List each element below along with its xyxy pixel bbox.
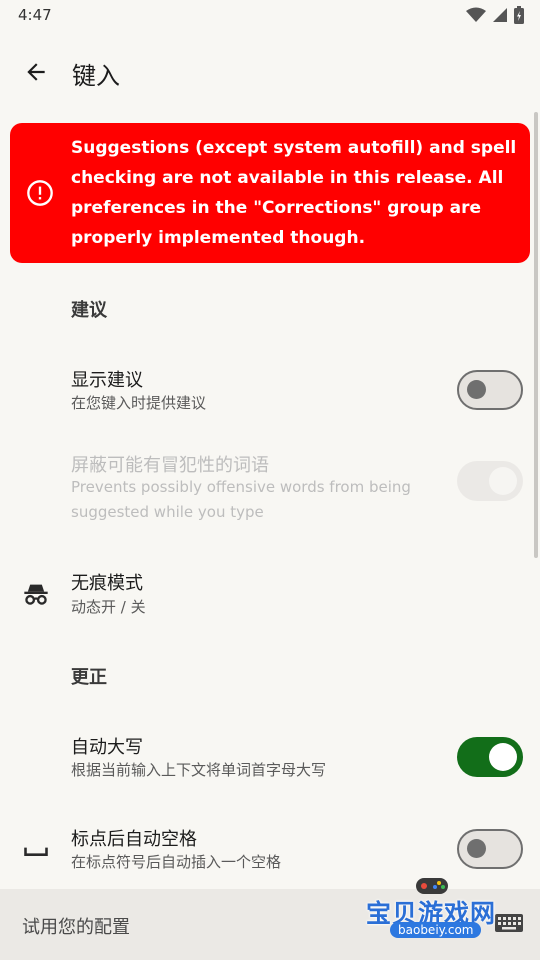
banner-message: Suggestions (except system autofill) and… (71, 138, 517, 248)
signal-icon (493, 8, 507, 22)
status-bar: 4:47 (0, 0, 540, 32)
app-bar: 键入 (0, 42, 540, 102)
section-header-suggestions: 建议 (71, 300, 107, 321)
setting-title: 屏蔽可能有冒犯性的词语 (71, 455, 269, 476)
arrow-back-icon (27, 63, 45, 81)
setting-incognito[interactable]: 无痕模式 动态开 / 关 (0, 560, 540, 632)
page-title: 键入 (72, 62, 120, 90)
keyboard-icon[interactable] (494, 911, 524, 935)
scrollbar[interactable] (534, 112, 538, 558)
setting-title: 标点后自动空格 (71, 829, 197, 850)
status-time: 4:47 (18, 6, 52, 24)
setting-subtitle: 在您键入时提供建议 (71, 394, 207, 412)
setting-subtitle: Prevents possibly offensive words from b… (71, 478, 411, 521)
setting-auto-space[interactable]: 标点后自动空格 在标点符号后自动插入一个空格 (0, 814, 540, 886)
auto-space-switch[interactable] (457, 829, 523, 869)
setting-show-suggestions[interactable]: 显示建议 在您键入时提供建议 (0, 355, 540, 427)
block-offensive-switch (457, 461, 523, 501)
setting-subtitle: 动态开 / 关 (71, 598, 146, 616)
wifi-icon (466, 7, 486, 22)
show-suggestions-switch[interactable] (457, 370, 523, 410)
switch-knob (489, 743, 517, 771)
setting-block-offensive: 屏蔽可能有冒犯性的词语 Prevents possibly offensive … (0, 440, 540, 540)
try-config-bar[interactable]: 试用您的配置 (0, 889, 540, 960)
status-icons (466, 6, 524, 24)
back-button[interactable] (18, 54, 54, 90)
try-config-input[interactable]: 试用您的配置 (22, 913, 130, 939)
switch-knob (467, 380, 486, 399)
setting-auto-capitalize[interactable]: 自动大写 根据当前输入上下文将单词首字母大写 (0, 722, 540, 794)
auto-capitalize-switch[interactable] (457, 737, 523, 777)
setting-title: 自动大写 (71, 737, 143, 758)
setting-subtitle: 在标点符号后自动插入一个空格 (71, 853, 282, 871)
warning-banner: Suggestions (except system autofill) and… (10, 123, 530, 263)
space-bar-icon (24, 847, 48, 856)
battery-icon (514, 6, 524, 24)
setting-title: 无痕模式 (71, 573, 143, 594)
setting-title: 显示建议 (71, 370, 143, 391)
switch-knob (489, 467, 517, 495)
incognito-icon (24, 584, 48, 605)
error-icon (27, 180, 53, 206)
switch-knob (467, 839, 486, 858)
section-header-corrections: 更正 (71, 667, 107, 688)
setting-subtitle: 根据当前输入上下文将单词首字母大写 (71, 761, 327, 779)
